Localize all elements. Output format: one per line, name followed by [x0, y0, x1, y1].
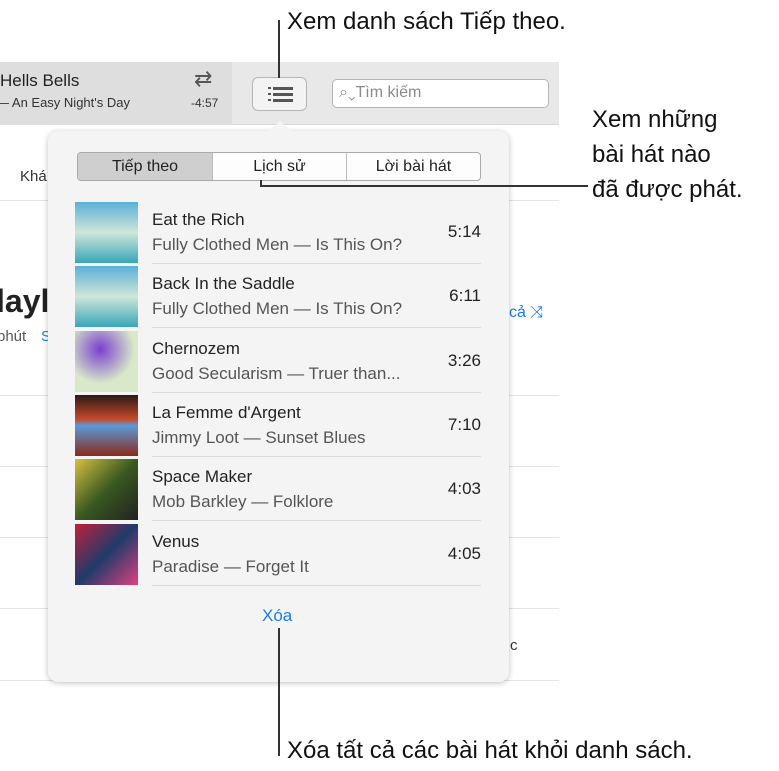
- album-art: [75, 394, 138, 456]
- tab-up-next[interactable]: Tiếp theo: [78, 153, 213, 180]
- callout-clear: Xóa tất cả các bài hát khỏi danh sách.: [287, 737, 693, 764]
- list-icon: [267, 87, 293, 102]
- song-row[interactable]: Venus Paradise — Forget It 4:05: [75, 522, 481, 586]
- album-art: [75, 523, 138, 585]
- playlist-heading: layl: [0, 283, 50, 319]
- song-row[interactable]: Chernozem Good Secularism — Truer than..…: [75, 329, 481, 393]
- song-artist-album: Fully Clothed Men — Is This On?: [152, 299, 403, 319]
- popover-tabs: Tiếp theo Lịch sử Lời bài hát: [77, 152, 481, 181]
- song-title: La Femme d'Argent: [152, 402, 301, 422]
- bg-tab: Khá: [20, 168, 47, 185]
- song-row[interactable]: Space Maker Mob Barkley — Folklore 4:03: [75, 457, 481, 522]
- song-title: Space Maker: [152, 467, 253, 487]
- song-artist-album: Fully Clothed Men — Is This On?: [152, 235, 403, 254]
- song-duration: 4:05: [447, 543, 481, 563]
- song-title: Chernozem: [152, 338, 240, 358]
- song-artist-album: Mob Barkley — Folklore: [152, 492, 334, 512]
- playlist-duration: phút: [0, 328, 27, 345]
- now-playing-title: Hells Bells: [0, 71, 80, 90]
- song-artist-album: Paradise — Forget It: [152, 556, 309, 576]
- shuffle-icon: ⤨: [525, 304, 544, 321]
- song-duration: 6:11: [449, 286, 481, 306]
- song-artist-album: Good Secularism — Truer than...: [152, 363, 401, 383]
- now-playing-subtitle: — An Easy Night's Day: [0, 95, 130, 110]
- tab-history[interactable]: Lịch sử: [213, 153, 347, 180]
- song-title: Venus: [152, 531, 200, 551]
- song-duration: 7:10: [447, 414, 481, 434]
- song-duration: 5:14: [447, 222, 481, 241]
- song-duration: 3:26: [447, 350, 481, 370]
- callout-line: [260, 185, 588, 187]
- song-title: Back In the Saddle: [152, 274, 295, 294]
- callout-up-next: Xem danh sách Tiếp theo.: [287, 8, 566, 35]
- song-title: Eat the Rich: [152, 210, 245, 229]
- up-next-button[interactable]: [252, 77, 307, 111]
- search-input[interactable]: ⌕⌄Tìm kiếm: [332, 79, 549, 108]
- clear-button[interactable]: Xóa: [262, 606, 292, 626]
- time-remaining: -4:57: [191, 96, 219, 110]
- song-duration: 4:03: [447, 479, 481, 499]
- search-placeholder: Tìm kiếm: [355, 84, 422, 101]
- repeat-icon[interactable]: ⇄: [194, 66, 212, 92]
- album-art: [75, 202, 138, 263]
- search-icon: ⌕⌄: [339, 84, 356, 101]
- song-row[interactable]: Back In the Saddle Fully Clothed Men — I…: [75, 264, 481, 329]
- album-art: [75, 459, 138, 521]
- song-artist-album: Jimmy Loot — Sunset Blues: [152, 427, 366, 447]
- album-art: [75, 266, 138, 328]
- shuffle-all-button[interactable]: cả ⤨: [509, 304, 543, 322]
- album-art: [75, 330, 138, 392]
- tab-lyrics[interactable]: Lời bài hát: [347, 153, 480, 180]
- divider: [152, 584, 481, 586]
- callout-line: [278, 628, 280, 756]
- bg-cell: c: [510, 637, 518, 654]
- callout-line: [278, 20, 280, 78]
- callout-history: Xem những bài hát nào đã được phát.: [592, 106, 743, 203]
- song-row[interactable]: La Femme d'Argent Jimmy Loot — Sunset Bl…: [75, 393, 481, 457]
- song-row[interactable]: Eat the Rich Fully Clothed Men — Is This…: [75, 200, 481, 264]
- popover-arrow: [268, 121, 292, 132]
